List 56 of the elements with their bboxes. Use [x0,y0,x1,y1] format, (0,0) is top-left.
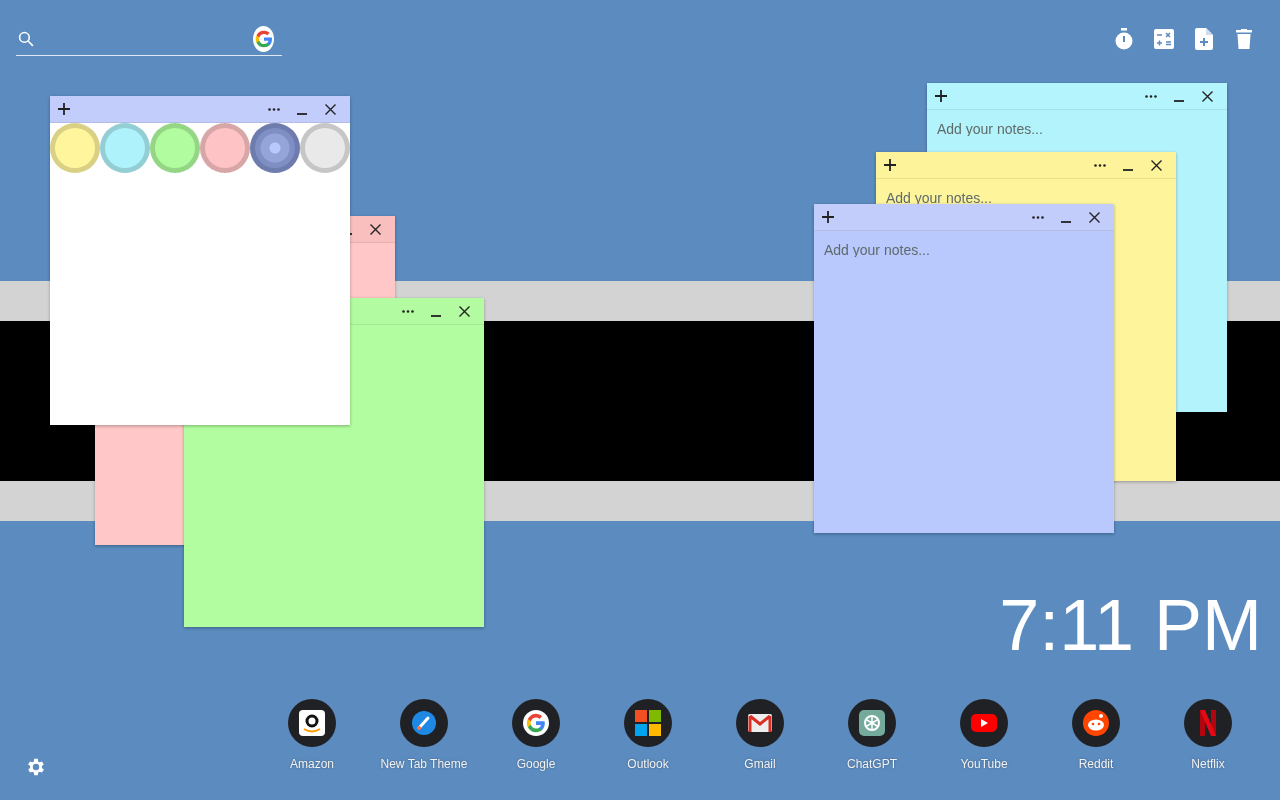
shortcut-button[interactable] [736,699,784,747]
alien-icon [1083,710,1109,736]
shortcut-button[interactable] [848,699,896,747]
netflix-icon [1199,710,1217,736]
clock-time: 7:11 PM [999,589,1263,661]
amazon-icon [299,710,325,736]
color-swatch[interactable] [100,123,150,173]
shortcut-button[interactable] [1072,699,1120,747]
close-icon[interactable] [369,223,381,235]
close-icon[interactable] [458,305,470,317]
plus-icon[interactable] [822,211,834,223]
play-icon [971,714,997,732]
note-field[interactable]: Add your notes... [927,110,1227,136]
color-swatch[interactable] [150,123,200,173]
note-field[interactable]: Add your notes... [814,231,1114,257]
shortcut-label[interactable]: Amazon [290,757,334,771]
close-icon[interactable] [1201,90,1213,102]
shortcut-label[interactable]: Reddit [1078,757,1114,771]
close-icon[interactable] [1088,211,1100,223]
windows-icon [635,710,661,736]
more-icon[interactable] [1145,94,1157,98]
shortcut-label[interactable]: Google [516,757,556,771]
color-swatch[interactable] [200,123,250,173]
shortcut-button[interactable] [288,699,336,747]
shortcut-label[interactable]: YouTube [960,757,1008,771]
more-icon[interactable] [402,309,414,313]
close-icon[interactable] [1150,159,1162,171]
google-icon [525,712,547,734]
more-icon[interactable] [1032,215,1044,219]
plus-icon[interactable] [884,159,896,171]
shortcut-label[interactable]: Outlook [627,757,669,771]
new-file-icon[interactable] [1195,28,1213,50]
more-icon[interactable] [268,107,280,111]
shortcut-label[interactable]: ChatGPT [847,757,897,771]
color-swatch[interactable] [250,123,300,173]
note-field[interactable]: Add your notes... [876,179,1176,205]
google-icon [253,28,274,49]
mail-icon [748,714,772,732]
stopwatch-icon[interactable] [1114,28,1134,50]
color-swatch[interactable] [50,123,100,173]
shortcut-label[interactable]: Netflix [1191,757,1225,771]
plus-icon[interactable] [58,103,70,115]
color-swatch[interactable] [300,123,350,173]
more-icon[interactable] [1094,163,1106,167]
settings-icon[interactable] [25,756,47,778]
shortcut-button[interactable] [400,699,448,747]
trash-icon[interactable] [1236,29,1252,49]
brush-icon [411,710,437,736]
close-icon[interactable] [324,103,336,115]
calculator-icon[interactable] [1154,29,1174,49]
shortcut-button[interactable] [512,699,560,747]
shortcut-label[interactable]: Gmail [744,757,776,771]
knot-icon [859,710,885,736]
plus-icon[interactable] [935,90,947,102]
shortcut-button[interactable] [624,699,672,747]
shortcut-label[interactable]: New Tab Theme [380,757,468,771]
